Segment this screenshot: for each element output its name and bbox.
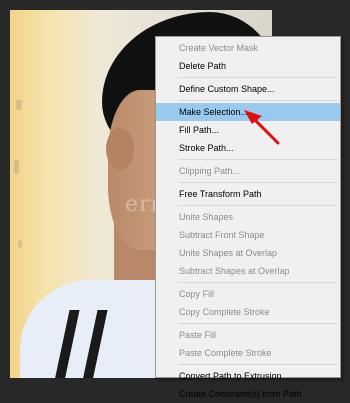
wall-mark	[16, 100, 22, 110]
menu-item-make-selection[interactable]: Make Selection...	[156, 103, 340, 121]
menu-separator	[178, 77, 338, 78]
menu-item-define-custom-shape[interactable]: Define Custom Shape...	[156, 80, 340, 98]
menu-item-subtract-shapes-at-overlap[interactable]: Subtract Shapes at Overlap	[156, 262, 340, 280]
menu-item-unite-shapes[interactable]: Unite Shapes	[156, 208, 340, 226]
menu-item-create-vector-mask[interactable]: Create Vector Mask	[156, 39, 340, 57]
menu-item-subtract-front-shape[interactable]: Subtract Front Shape	[156, 226, 340, 244]
menu-item-free-transform-path[interactable]: Free Transform Path	[156, 185, 340, 203]
menu-item-paste-complete-stroke[interactable]: Paste Complete Stroke	[156, 344, 340, 362]
wall-mark	[18, 240, 22, 248]
menu-item-delete-path[interactable]: Delete Path	[156, 57, 340, 75]
menu-separator	[178, 364, 338, 365]
menu-item-paste-fill[interactable]: Paste Fill	[156, 326, 340, 344]
menu-item-stroke-path[interactable]: Stroke Path...	[156, 139, 340, 157]
menu-item-copy-complete-stroke[interactable]: Copy Complete Stroke	[156, 303, 340, 321]
context-menu: Create Vector Mask Delete Path Define Cust…	[155, 36, 341, 399]
menu-item-create-constraint-s-from-path[interactable]: Create Constraint(s) from Path	[156, 385, 340, 403]
menu-item-clipping-path[interactable]: Clipping Path...	[156, 162, 340, 180]
menu-separator	[178, 182, 338, 183]
menu-separator	[178, 100, 338, 101]
menu-separator	[178, 282, 338, 283]
menu-separator	[178, 159, 338, 160]
menu-item-fill-path[interactable]: Fill Path...	[156, 121, 340, 139]
menu-separator	[178, 205, 338, 206]
menu-item-unite-shapes-at-overlap[interactable]: Unite Shapes at Overlap	[156, 244, 340, 262]
wall-mark	[14, 160, 19, 174]
menu-separator	[178, 323, 338, 324]
person-ear	[106, 128, 134, 170]
menu-item-convert-path-to-extrusion[interactable]: Convert Path to Extrusion	[156, 367, 340, 385]
menu-item-copy-fill[interactable]: Copy Fill	[156, 285, 340, 303]
